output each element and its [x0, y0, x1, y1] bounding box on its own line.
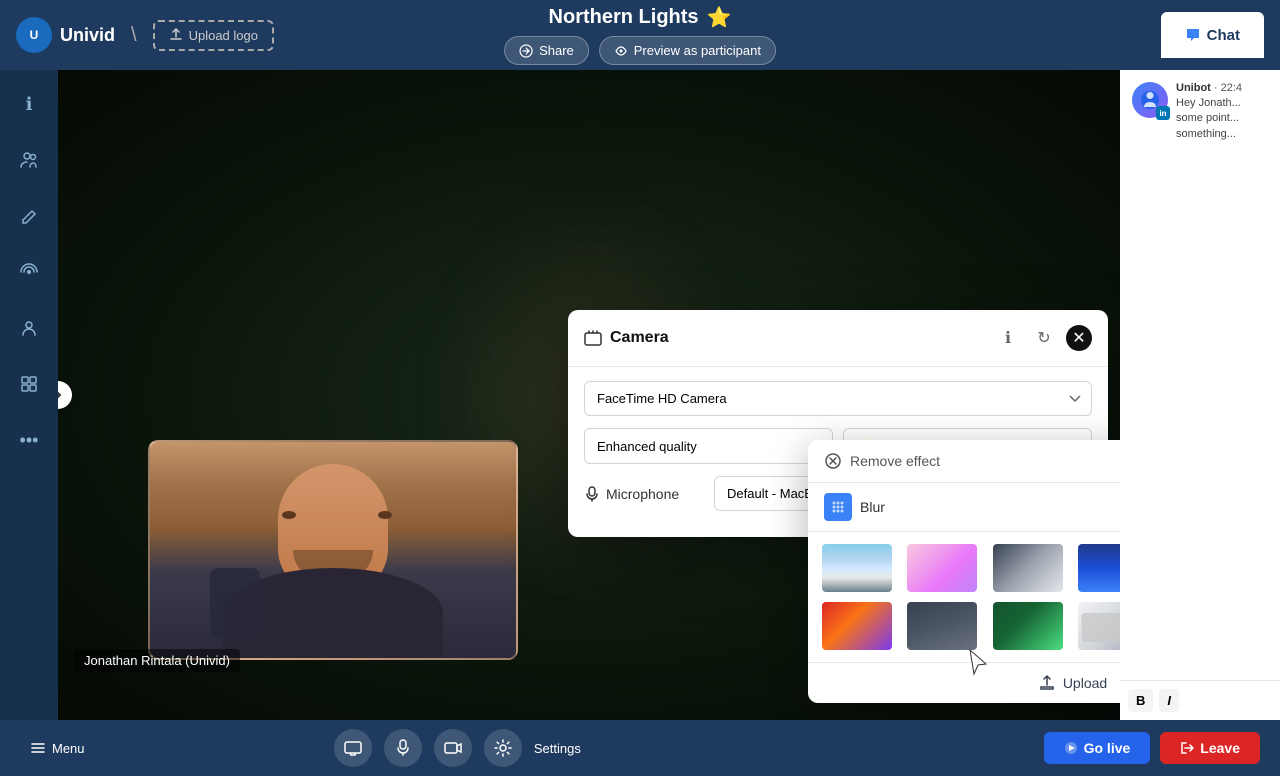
star-icon: ⭐	[707, 5, 732, 30]
camera-select[interactable]: FaceTime HD Camera	[584, 381, 1092, 416]
right-panel: in Unibot · 22:4 Hey Jonath... some poin…	[1120, 70, 1280, 720]
mouse-cursor	[966, 648, 990, 680]
sidebar-item-edit[interactable]	[11, 198, 47, 234]
remove-effect-button[interactable]: Remove effect	[808, 440, 1120, 483]
sidebar-item-broadcast[interactable]	[11, 254, 47, 290]
blur-icon	[824, 493, 852, 521]
modal-header-icons: ℹ ↻ ✕	[994, 324, 1092, 352]
bg-thumb-blue-dark[interactable]	[1076, 542, 1120, 594]
microphone-label: Microphone	[584, 486, 704, 502]
presenter-video-thumbnail	[148, 440, 518, 660]
modal-close-button[interactable]: ✕	[1066, 325, 1092, 351]
upload-background-button[interactable]: Upload	[808, 662, 1120, 703]
background-thumbnails: ✕	[808, 532, 1120, 662]
chat-footer: B I	[1120, 680, 1280, 720]
sidebar-item-info[interactable]: ℹ	[11, 86, 47, 122]
svg-text:U: U	[30, 28, 39, 42]
modal-title: Camera	[584, 329, 669, 347]
chat-panel-content: in Unibot · 22:4 Hey Jonath... some poin…	[1120, 70, 1280, 680]
bg-thumb-forest[interactable]	[991, 600, 1065, 652]
message-text: Hey Jonath... some point... something...	[1176, 96, 1268, 142]
sidebar-item-staff[interactable]	[11, 366, 47, 402]
chat-message: in Unibot · 22:4 Hey Jonath... some poin…	[1132, 82, 1268, 142]
left-sidebar: ℹ •••	[0, 70, 58, 720]
avatar: in	[1132, 82, 1168, 118]
presenter-video-feed	[150, 442, 516, 658]
bottom-right-actions: Go live Leave	[1044, 732, 1260, 764]
bottom-bar: Menu Settings Go live Leave	[0, 720, 1280, 776]
bg-thumb-city[interactable]	[820, 600, 894, 652]
divider: \	[131, 24, 137, 47]
camera-selector-row: FaceTime HD Camera	[584, 381, 1092, 416]
topbar-center: Northern Lights ⭐ Share Preview as parti…	[504, 5, 776, 65]
quality-select[interactable]: Enhanced quality	[584, 428, 833, 464]
sidebar-item-more[interactable]: •••	[11, 422, 47, 458]
logo-area: U Univid \ Upload logo	[16, 17, 274, 53]
background-effects-panel: Remove effect Blur	[808, 440, 1120, 703]
menu-button[interactable]: Menu	[20, 734, 95, 762]
topbar: U Univid \ Upload logo Northern Lights ⭐…	[0, 0, 1280, 70]
sender-name: Unibot	[1176, 82, 1211, 94]
sidebar-item-people[interactable]	[11, 142, 47, 178]
topbar-actions: Share Preview as participant	[504, 36, 776, 65]
message-content: Unibot · 22:4 Hey Jonath... some point..…	[1176, 82, 1268, 142]
share-button[interactable]: Share	[504, 36, 589, 65]
chat-tab[interactable]: Chat	[1161, 12, 1264, 58]
bg-thumb-keyboard[interactable]	[1076, 600, 1120, 652]
video-area: Jonathan Rintala (Univid) Camera ℹ ↻ ✕ F	[58, 70, 1120, 720]
bottom-center-controls: Settings	[334, 729, 581, 767]
presenter-name-label: Jonathan Rintala (Univid)	[74, 649, 240, 672]
settings-label: Settings	[534, 741, 581, 756]
app-name: Univid	[60, 25, 115, 46]
preview-as-participant-button[interactable]: Preview as participant	[599, 36, 776, 65]
linkedin-badge: in	[1156, 106, 1170, 120]
topbar-right: Chat	[1161, 12, 1264, 58]
main-layout: ℹ •••	[0, 70, 1280, 720]
modal-header: Camera ℹ ↻ ✕	[568, 310, 1108, 367]
message-timestamp: 22:4	[1221, 82, 1242, 94]
leave-button[interactable]: Leave	[1160, 732, 1260, 764]
bg-thumb-pink[interactable]	[905, 542, 979, 594]
logo-icon: U	[16, 17, 52, 53]
modal-info-button[interactable]: ℹ	[994, 324, 1022, 352]
upload-logo-button[interactable]: Upload logo	[153, 20, 274, 51]
bg-thumb-geometric[interactable]	[991, 542, 1065, 594]
bg-thumb-mountains[interactable]	[820, 542, 894, 594]
settings-button[interactable]	[484, 729, 522, 767]
italic-format-button[interactable]: I	[1159, 689, 1179, 712]
sidebar-item-user[interactable]	[11, 310, 47, 346]
bg-thumb-roads[interactable]	[905, 600, 979, 652]
event-title: Northern Lights ⭐	[549, 5, 732, 30]
bold-format-button[interactable]: B	[1128, 689, 1153, 712]
modal-refresh-button[interactable]: ↻	[1030, 324, 1058, 352]
camera-toggle-button[interactable]	[434, 729, 472, 767]
go-live-button[interactable]: Go live	[1044, 732, 1151, 764]
share-screen-button[interactable]	[334, 729, 372, 767]
microphone-toggle-button[interactable]	[384, 729, 422, 767]
blur-button[interactable]: Blur	[808, 483, 1120, 532]
message-header: Unibot · 22:4	[1176, 82, 1268, 94]
